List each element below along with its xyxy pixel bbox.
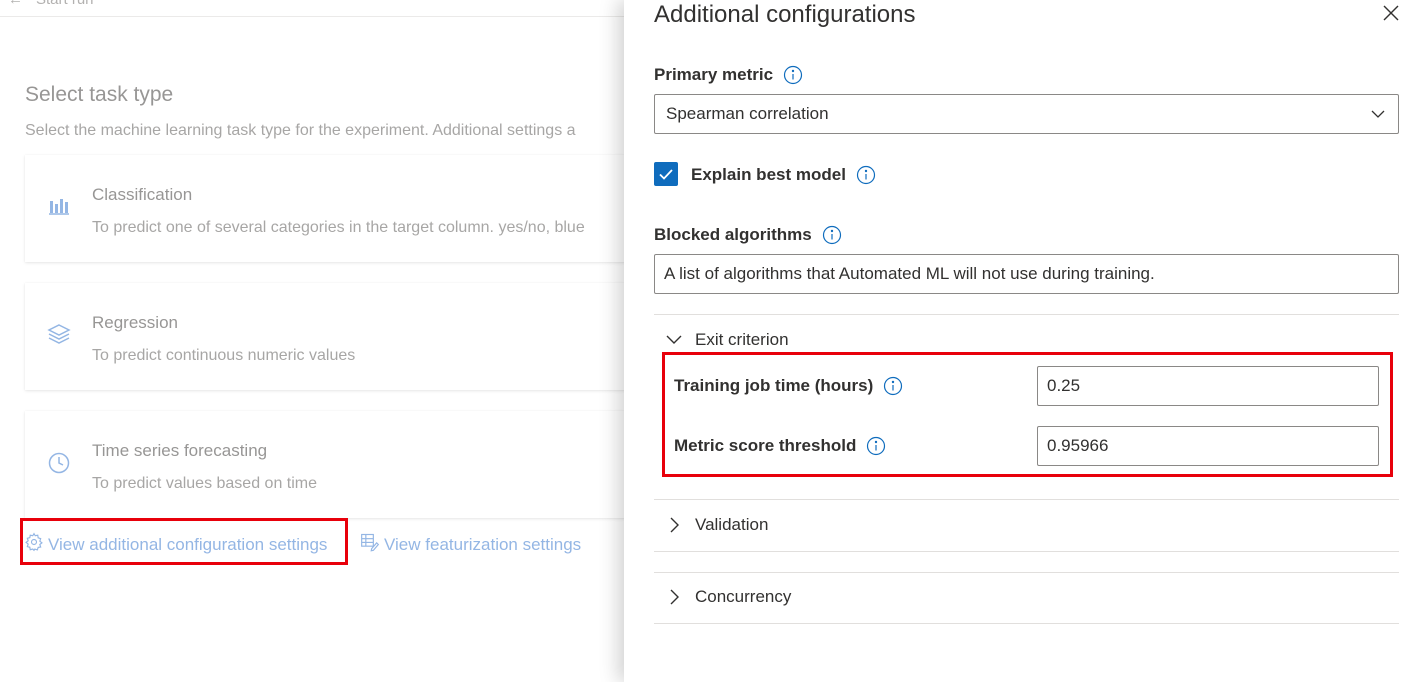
input-placeholder: A list of algorithms that Automated ML w… <box>664 264 1155 283</box>
highlight-box-exit-criterion <box>662 352 1393 477</box>
table-edit-icon <box>360 532 380 557</box>
bar-chart-icon <box>47 193 71 217</box>
task-card-classification[interactable]: Classification To predict one of several… <box>25 155 624 262</box>
view-featurization-link[interactable]: View featurization settings <box>360 532 581 557</box>
label-text: Primary metric <box>654 65 774 84</box>
primary-metric-dropdown[interactable]: Spearman correlation <box>654 94 1399 134</box>
section-label: Concurrency <box>695 587 792 606</box>
concurrency-toggle[interactable]: Concurrency <box>664 587 791 607</box>
info-icon[interactable] <box>783 65 803 85</box>
validation-toggle[interactable]: Validation <box>664 515 768 535</box>
breadcrumb[interactable]: Start run <box>36 0 94 8</box>
label-text: Blocked algorithms <box>654 225 812 244</box>
label-text: Explain best model <box>691 165 846 184</box>
clock-icon <box>47 451 71 475</box>
layers-icon <box>47 322 71 346</box>
divider <box>654 499 1399 500</box>
close-icon[interactable] <box>1380 2 1402 24</box>
background-page: ← Start run Select task type Select the … <box>0 0 624 682</box>
task-title: Regression <box>92 313 178 332</box>
primary-metric-label: Primary metric <box>654 65 803 85</box>
highlight-box-config-link <box>20 518 348 565</box>
exit-criterion-toggle[interactable]: Exit criterion <box>664 330 789 350</box>
blocked-algorithms-label: Blocked algorithms <box>654 225 842 245</box>
chevron-right-icon <box>670 589 679 605</box>
blocked-algorithms-input[interactable]: A list of algorithms that Automated ML w… <box>654 254 1399 294</box>
task-card-time-series[interactable]: Time series forecasting To predict value… <box>25 411 624 518</box>
task-description: To predict one of several categories in … <box>92 219 585 236</box>
task-description: To predict values based on time <box>92 475 318 492</box>
panel-title: Additional configurations <box>654 1 916 28</box>
divider <box>654 551 1399 552</box>
link-label: View featurization settings <box>384 534 582 554</box>
chevron-down-icon <box>1370 106 1386 122</box>
section-label: Exit criterion <box>695 330 789 349</box>
top-breadcrumb-bar: ← Start run <box>0 0 624 17</box>
chevron-down-icon <box>666 335 682 344</box>
info-icon[interactable] <box>822 225 842 245</box>
back-arrow-icon[interactable]: ← <box>8 0 23 8</box>
task-title: Classification <box>92 185 193 204</box>
divider <box>654 314 1399 315</box>
explain-best-model-label: Explain best model <box>691 165 876 185</box>
explain-best-model-checkbox[interactable] <box>654 162 678 186</box>
task-title: Time series forecasting <box>92 441 268 460</box>
task-description: To predict continuous numeric values <box>92 347 356 364</box>
additional-configurations-panel: Additional configurations Primary metric… <box>624 0 1406 682</box>
info-icon[interactable] <box>856 165 876 185</box>
divider <box>654 572 1399 573</box>
task-card-regression[interactable]: Regression To predict continuous numeric… <box>25 283 624 390</box>
divider <box>654 623 1399 624</box>
dropdown-value: Spearman correlation <box>666 104 829 123</box>
section-title: Select task type <box>25 83 174 106</box>
section-label: Validation <box>695 515 769 534</box>
chevron-right-icon <box>670 517 679 533</box>
section-description: Select the machine learning task type fo… <box>25 122 576 139</box>
checkmark-icon <box>659 169 673 180</box>
